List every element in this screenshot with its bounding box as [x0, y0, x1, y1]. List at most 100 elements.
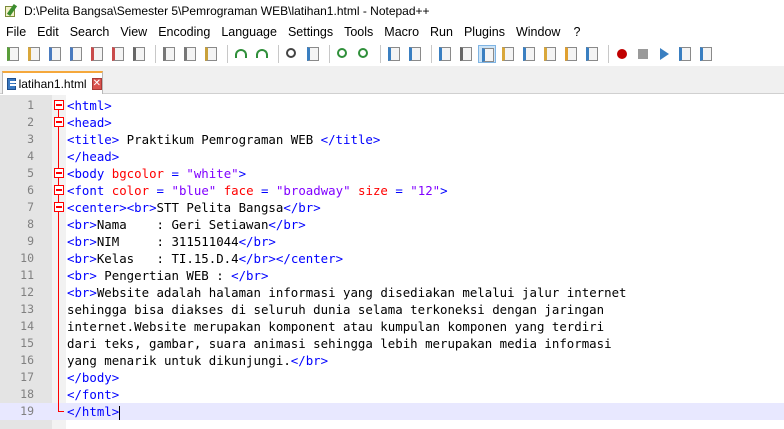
code-token: = [395, 183, 403, 198]
toolbar-separator [380, 45, 381, 63]
code-line[interactable]: 18 </font> [0, 386, 784, 403]
fold-marker[interactable] [52, 97, 66, 114]
code-line[interactable]: 6 <font color = "blue" face = "broadway" … [0, 182, 784, 199]
code-token: NIM : 311511044 [96, 234, 239, 249]
sync-vertical-icon[interactable] [385, 45, 403, 63]
replace-icon[interactable] [304, 45, 322, 63]
menu-plugins[interactable]: Plugins [464, 25, 505, 39]
code-line[interactable]: 12 <br>Website adalah halaman informasi y… [0, 284, 784, 301]
code-line[interactable]: 5 <body bgcolor = "white"> [0, 165, 784, 182]
function-list-icon[interactable] [541, 45, 559, 63]
code-line[interactable]: 9 <br>NIM : 311511044</br> [0, 233, 784, 250]
fold-marker [52, 301, 66, 318]
code-line[interactable]: 3 <title> Praktikum Pemrograman WEB </tit… [0, 131, 784, 148]
code-line[interactable]: 14 internet.Website merupakan komponent a… [0, 318, 784, 335]
code-line[interactable]: 7 <center><br>STT Pelita Bangsa</br> [0, 199, 784, 216]
menu-window[interactable]: Window [516, 25, 560, 39]
code-token: face [223, 183, 254, 198]
fold-marker[interactable] [52, 199, 66, 216]
tab-strip: latihan1.html ✕ [0, 66, 784, 94]
find-icon[interactable] [283, 45, 301, 63]
code-line[interactable]: 19 </html> [0, 403, 784, 420]
code-line[interactable]: 16 yang menarik untuk dikunjungi.</br> [0, 352, 784, 369]
code-line[interactable]: 13 sehingga bisa diakses di seluruh dunia… [0, 301, 784, 318]
fold-marker[interactable] [52, 182, 66, 199]
code-line[interactable]: 8 <br>Nama : Geri Setiawan</br> [0, 216, 784, 233]
menu-run[interactable]: Run [430, 25, 453, 39]
cut-icon[interactable] [160, 45, 178, 63]
new-file-icon[interactable] [4, 45, 22, 63]
menu-macro[interactable]: Macro [384, 25, 419, 39]
tab-latihan1[interactable]: latihan1.html ✕ [2, 71, 103, 94]
code-token: > [440, 183, 448, 198]
code-token: "white" [186, 166, 239, 181]
code-line[interactable]: 10 <br>Kelas : TI.15.D.4</br></center> [0, 250, 784, 267]
code-text: <html> [67, 97, 112, 114]
code-text: <center><br>STT Pelita Bangsa</br> [67, 199, 321, 216]
menu-file[interactable]: File [6, 25, 26, 39]
code-line[interactable]: 1 <html> [0, 97, 784, 114]
line-number: 19 [20, 404, 34, 418]
undo-icon[interactable] [232, 45, 250, 63]
code-editor[interactable]: 1 <html> 2 <head> 3 <title> Praktikum Pemrogr… [0, 95, 784, 429]
paste-icon[interactable] [202, 45, 220, 63]
menu-tools[interactable]: Tools [344, 25, 373, 39]
fold-marker [52, 284, 66, 301]
menu-help[interactable]: ? [573, 25, 580, 39]
fold-marker [52, 216, 66, 233]
sync-horizontal-icon[interactable] [406, 45, 424, 63]
print-icon[interactable] [130, 45, 148, 63]
fold-marker [52, 148, 66, 165]
save-icon[interactable] [46, 45, 64, 63]
menu-language[interactable]: Language [221, 25, 277, 39]
indent-guide-icon[interactable] [478, 45, 496, 63]
fold-marker[interactable] [52, 165, 66, 182]
fold-marker[interactable] [52, 114, 66, 131]
code-token: "12" [410, 183, 441, 198]
fold-marker [52, 386, 66, 403]
code-token: color [111, 183, 150, 198]
line-number: 13 [20, 302, 34, 316]
folder-workspace-icon[interactable] [562, 45, 580, 63]
toolbar [0, 42, 784, 66]
code-token: > [238, 166, 247, 181]
save-all-icon[interactable] [67, 45, 85, 63]
show-all-chars-icon[interactable] [457, 45, 475, 63]
record-macro-icon[interactable] [613, 45, 631, 63]
doc-map-icon[interactable] [520, 45, 538, 63]
udl-icon[interactable] [499, 45, 517, 63]
code-line[interactable]: 2 <head> [0, 114, 784, 131]
code-token: </head> [67, 149, 120, 164]
code-token: <br> [67, 217, 97, 232]
menu-encoding[interactable]: Encoding [158, 25, 210, 39]
code-text: yang menarik untuk dikunjungi.</br> [67, 352, 328, 369]
close-all-icon[interactable] [109, 45, 127, 63]
code-token: <html> [67, 98, 112, 113]
run-macro-multiple-icon[interactable] [676, 45, 694, 63]
zoom-out-icon[interactable] [355, 45, 373, 63]
line-number: 14 [20, 319, 34, 333]
menu-view[interactable]: View [120, 25, 147, 39]
code-token: = [156, 183, 165, 198]
play-macro-icon[interactable] [655, 45, 673, 63]
copy-icon[interactable] [181, 45, 199, 63]
line-number: 1 [27, 98, 34, 112]
stop-record-icon[interactable] [634, 45, 652, 63]
close-icon[interactable] [88, 45, 106, 63]
code-line[interactable]: 15 dari teks, gambar, suara animasi sehin… [0, 335, 784, 352]
code-line[interactable]: 4 </head> [0, 148, 784, 165]
zoom-in-icon[interactable] [334, 45, 352, 63]
close-tab-icon[interactable]: ✕ [91, 77, 102, 90]
menu-search[interactable]: Search [70, 25, 110, 39]
code-line[interactable]: 17 </body> [0, 369, 784, 386]
menu-edit[interactable]: Edit [37, 25, 59, 39]
document-icon [7, 77, 17, 90]
open-file-icon[interactable] [25, 45, 43, 63]
menu-settings[interactable]: Settings [288, 25, 333, 39]
word-wrap-icon[interactable] [436, 45, 454, 63]
monitor-icon[interactable] [583, 45, 601, 63]
code-line[interactable]: 11 <br> Pengertian WEB : </br> [0, 267, 784, 284]
save-macro-icon[interactable] [697, 45, 715, 63]
redo-icon[interactable] [253, 45, 271, 63]
